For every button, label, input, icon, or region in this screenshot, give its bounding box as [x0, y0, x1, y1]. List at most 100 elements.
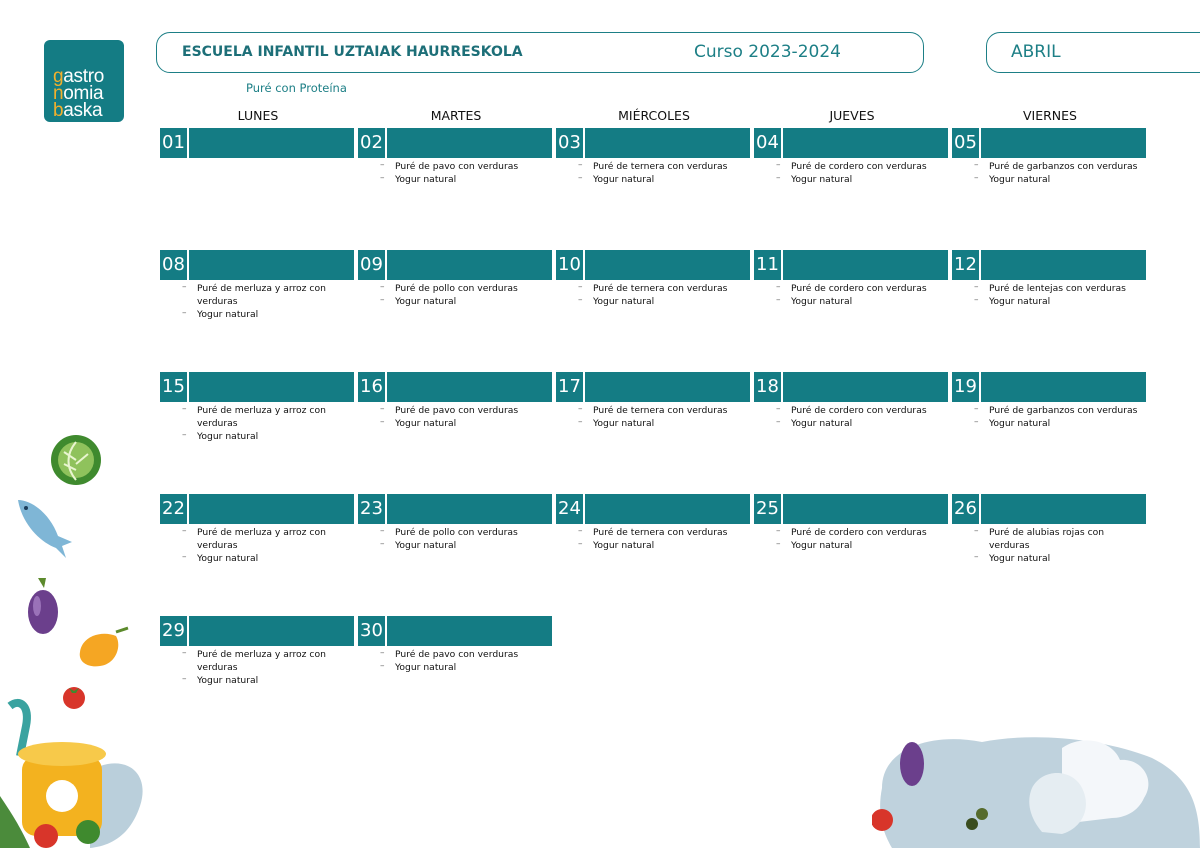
menu-list: Puré de ternera con verdurasYogur natura… — [556, 525, 750, 552]
day-number: 26 — [952, 494, 979, 524]
day-band — [585, 372, 750, 402]
day-number: 29 — [160, 616, 187, 646]
day-band — [585, 250, 750, 280]
calendar-day-cell: 05Puré de garbanzos con verdurasYogur na… — [952, 128, 1146, 186]
menu-item: Puré de pavo con verduras — [358, 647, 545, 661]
menu-item: Yogur natural — [556, 294, 743, 308]
day-band — [189, 616, 354, 646]
menu-item: Puré de merluza y arroz con verduras — [160, 647, 347, 674]
day-number: 01 — [160, 128, 187, 158]
course-year: Curso 2023-2024 — [694, 42, 841, 62]
menu-item: Puré de merluza y arroz con verduras — [160, 525, 347, 552]
day-header-bar: 15 — [160, 372, 354, 402]
calendar-day-cell: 10Puré de ternera con verdurasYogur natu… — [556, 250, 750, 308]
menu-list: Puré de cordero con verdurasYogur natura… — [754, 525, 948, 552]
menu-list: Puré de cordero con verdurasYogur natura… — [754, 159, 948, 186]
day-number: 03 — [556, 128, 583, 158]
day-band — [387, 250, 552, 280]
day-number: 25 — [754, 494, 781, 524]
day-number: 22 — [160, 494, 187, 524]
menu-list: Puré de merluza y arroz con verdurasYogu… — [160, 525, 354, 565]
pepper-icon — [79, 626, 129, 667]
day-band — [981, 250, 1146, 280]
day-band — [189, 128, 354, 158]
menu-list: Puré de pavo con verdurasYogur natural — [358, 403, 552, 430]
lettuce-icon — [51, 435, 101, 485]
menu-list: Puré de alubias rojas con verdurasYogur … — [952, 525, 1146, 565]
menu-item: Puré de garbanzos con verduras — [952, 159, 1139, 173]
day-number: 02 — [358, 128, 385, 158]
menu-item: Yogur natural — [160, 429, 347, 443]
menu-item: Puré de pavo con verduras — [358, 159, 545, 173]
menu-item: Yogur natural — [754, 294, 941, 308]
calendar-day-cell: 01 — [160, 128, 354, 160]
menu-item: Puré de cordero con verduras — [754, 159, 941, 173]
menu-item: Puré de alubias rojas con verduras — [952, 525, 1139, 552]
menu-item: Yogur natural — [952, 172, 1139, 186]
day-number: 18 — [754, 372, 781, 402]
menu-list: Puré de garbanzos con verdurasYogur natu… — [952, 403, 1146, 430]
school-name: ESCUELA INFANTIL UZTAIAK HAURRESKOLA — [182, 44, 523, 60]
day-number: 08 — [160, 250, 187, 280]
day-header: MARTES — [430, 108, 482, 123]
menu-list: Puré de merluza y arroz con verdurasYogu… — [160, 647, 354, 687]
day-band — [387, 128, 552, 158]
menu-item: Yogur natural — [556, 416, 743, 430]
menu-list: Puré de pollo con verdurasYogur natural — [358, 525, 552, 552]
menu-item: Yogur natural — [754, 416, 941, 430]
day-band — [783, 372, 948, 402]
day-band — [189, 250, 354, 280]
menu-list: Puré de ternera con verdurasYogur natura… — [556, 403, 750, 430]
day-band — [783, 494, 948, 524]
calendar-day-cell: 03Puré de ternera con verdurasYogur natu… — [556, 128, 750, 186]
calendar-day-cell: 25Puré de cordero con verdurasYogur natu… — [754, 494, 948, 552]
day-number: 24 — [556, 494, 583, 524]
day-header-bar: 12 — [952, 250, 1146, 280]
menu-item: Yogur natural — [952, 416, 1139, 430]
menu-item: Yogur natural — [358, 660, 545, 674]
menu-item: Puré de lentejas con verduras — [952, 281, 1139, 295]
menu-item: Puré de garbanzos con verduras — [952, 403, 1139, 417]
day-number: 30 — [358, 616, 385, 646]
day-header: MIÉRCOLES — [618, 108, 690, 123]
cooking-pot-icon — [0, 699, 143, 848]
chef-hat-icon — [872, 737, 1200, 848]
day-band — [981, 372, 1146, 402]
day-number: 09 — [358, 250, 385, 280]
calendar-day-cell: 29Puré de merluza y arroz con verdurasYo… — [160, 616, 354, 687]
calendar-day-cell: 11Puré de cordero con verdurasYogur natu… — [754, 250, 948, 308]
menu-item: Yogur natural — [556, 172, 743, 186]
menu-list: Puré de merluza y arroz con verdurasYogu… — [160, 281, 354, 321]
day-header-bar: 23 — [358, 494, 552, 524]
menu-item: Puré de merluza y arroz con verduras — [160, 403, 347, 430]
day-band — [387, 494, 552, 524]
menu-item: Puré de ternera con verduras — [556, 159, 743, 173]
eggplant-icon — [28, 578, 58, 634]
calendar-day-cell: 02Puré de pavo con verdurasYogur natural — [358, 128, 552, 186]
day-band — [387, 616, 552, 646]
menu-list: Puré de ternera con verdurasYogur natura… — [556, 281, 750, 308]
calendar-day-cell: 15Puré de merluza y arroz con verdurasYo… — [160, 372, 354, 443]
calendar-day-cell: 04Puré de cordero con verdurasYogur natu… — [754, 128, 948, 186]
menu-list: Puré de merluza y arroz con verdurasYogu… — [160, 403, 354, 443]
day-number: 11 — [754, 250, 781, 280]
day-header-bar: 02 — [358, 128, 552, 158]
menu-item: Puré de pollo con verduras — [358, 525, 545, 539]
day-header-bar: 08 — [160, 250, 354, 280]
calendar-day-cell: 26Puré de alubias rojas con verdurasYogu… — [952, 494, 1146, 565]
day-header: LUNES — [237, 108, 279, 123]
menu-item: Yogur natural — [556, 538, 743, 552]
month-name: ABRIL — [1011, 42, 1061, 62]
menu-list: Puré de cordero con verdurasYogur natura… — [754, 403, 948, 430]
menu-list: Puré de ternera con verdurasYogur natura… — [556, 159, 750, 186]
calendar-day-cell: 08Puré de merluza y arroz con verdurasYo… — [160, 250, 354, 321]
calendar-day-cell: 18Puré de cordero con verdurasYogur natu… — [754, 372, 948, 430]
menu-item: Puré de ternera con verduras — [556, 281, 743, 295]
day-number: 15 — [160, 372, 187, 402]
day-header: JUEVES — [829, 108, 875, 123]
menu-item: Puré de ternera con verduras — [556, 525, 743, 539]
calendar-day-cell: 22Puré de merluza y arroz con verdurasYo… — [160, 494, 354, 565]
day-header-bar: 03 — [556, 128, 750, 158]
menu-item: Puré de cordero con verduras — [754, 281, 941, 295]
day-number: 19 — [952, 372, 979, 402]
